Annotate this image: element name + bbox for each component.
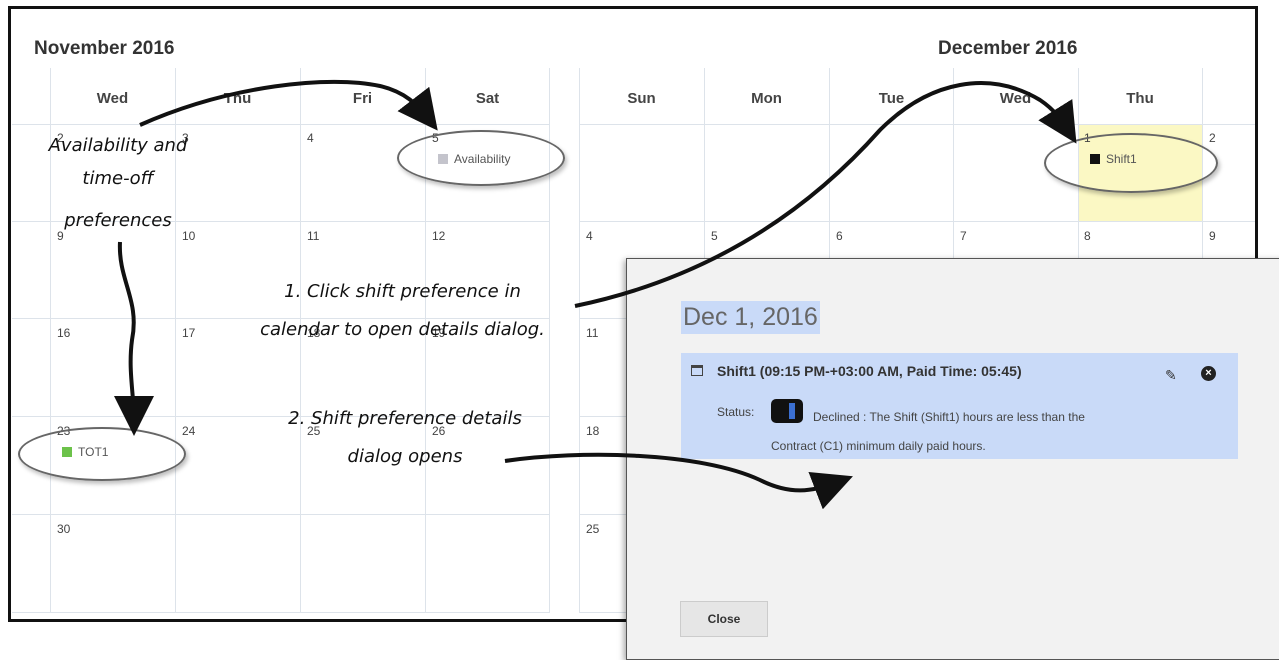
weekday-header: Wed <box>96 90 129 107</box>
december-title: December 2016 <box>938 38 1078 59</box>
day-number[interactable]: 16 <box>57 326 70 340</box>
preference-card[interactable]: Shift1 (09:15 PM-+03:00 AM, Paid Time: 0… <box>681 353 1238 459</box>
grid-line <box>12 514 550 515</box>
day-number[interactable]: 17 <box>182 326 195 340</box>
day-number[interactable]: 11 <box>586 326 598 340</box>
grid-line <box>579 416 627 417</box>
day-number[interactable]: 9 <box>1209 229 1216 243</box>
close-button[interactable]: Close <box>680 601 768 637</box>
day-number[interactable]: 18 <box>586 424 599 438</box>
status-text: Declined : The Shift (Shift1) hours are … <box>771 410 1085 453</box>
weekday-header: Tue <box>878 90 905 107</box>
grid-line <box>579 124 1255 125</box>
annotation-text: 1. Click shift preference in <box>284 281 521 302</box>
weekday-header: Mon <box>751 90 782 107</box>
grid-line <box>579 221 1255 222</box>
preference-header: Shift1 (09:15 PM-+03:00 AM, Paid Time: 0… <box>717 363 1022 379</box>
day-number[interactable]: 12 <box>432 229 445 243</box>
grid-line <box>12 124 550 125</box>
day-number[interactable]: 7 <box>960 229 967 243</box>
callout-ring <box>397 130 565 186</box>
close-circle-icon[interactable]: × <box>1201 366 1216 381</box>
day-number[interactable]: 8 <box>1084 229 1091 243</box>
day-number[interactable]: 5 <box>711 229 718 243</box>
annotation-text: Availability and <box>48 135 188 156</box>
day-number[interactable]: 6 <box>836 229 843 243</box>
dialog-title: Dec 1, 2016 <box>681 301 820 334</box>
day-number[interactable]: 24 <box>182 424 195 438</box>
weekday-header: Thu <box>1126 90 1154 107</box>
pencil-icon[interactable]: ✎ <box>1165 367 1177 384</box>
grid-line <box>579 318 627 319</box>
weekday-header: Sat <box>475 90 500 107</box>
callout-ring <box>18 427 186 481</box>
annotation-text: 2. Shift preference details <box>288 408 522 429</box>
annotation-text: calendar to open details dialog. <box>260 319 545 340</box>
weekday-header: Thu <box>223 90 252 107</box>
callout-ring <box>1044 133 1218 193</box>
day-number[interactable]: 4 <box>307 131 314 145</box>
shift-preference-dialog: Dec 1, 2016 Shift1 (09:15 PM-+03:00 AM, … <box>626 258 1279 660</box>
day-number[interactable]: 25 <box>586 522 599 536</box>
day-number[interactable]: 30 <box>57 522 70 536</box>
weekday-header: Wed <box>999 90 1032 107</box>
november-title: November 2016 <box>34 38 175 59</box>
grid-line <box>579 612 627 613</box>
status-label: Status: <box>717 405 755 419</box>
weekday-header: Fri <box>352 90 373 107</box>
status-icon <box>771 399 803 423</box>
annotation-text: preferences <box>64 210 172 231</box>
day-number[interactable]: 2 <box>1209 131 1216 145</box>
day-number[interactable]: 4 <box>586 229 593 243</box>
grid-line <box>12 612 550 613</box>
grid-line <box>579 68 580 613</box>
grid-line <box>579 514 627 515</box>
day-number[interactable]: 11 <box>307 229 319 243</box>
calendar-icon <box>691 365 703 376</box>
weekday-header: Sun <box>627 90 656 107</box>
annotation-text: time-off <box>82 168 154 189</box>
annotation-text: dialog opens <box>347 446 463 467</box>
